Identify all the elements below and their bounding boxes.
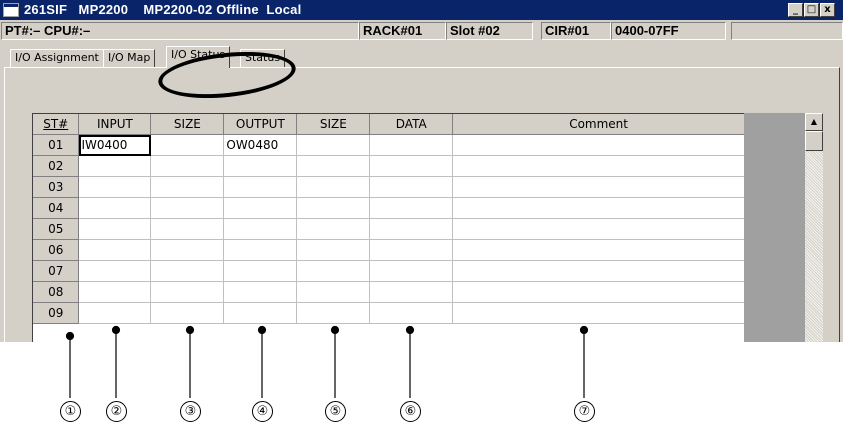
callout-2: ②: [106, 401, 127, 422]
callout-dot-7: [579, 325, 589, 335]
callout-dot-6: [405, 325, 415, 335]
callout-5: ⑤: [325, 401, 346, 422]
callout-3: ③: [180, 401, 201, 422]
callout-6: ⑥: [400, 401, 421, 422]
callout-dot-4: [257, 325, 267, 335]
callout-dot-5: [330, 325, 340, 335]
callout-leader-lines: [65, 325, 589, 398]
callout-4: ④: [252, 401, 273, 422]
callout-1: ①: [60, 401, 81, 422]
callout-dot-3: [185, 325, 195, 335]
callout-dot-1: [65, 331, 75, 341]
callout-7: ⑦: [574, 401, 595, 422]
callout-dot-2: [111, 325, 121, 335]
